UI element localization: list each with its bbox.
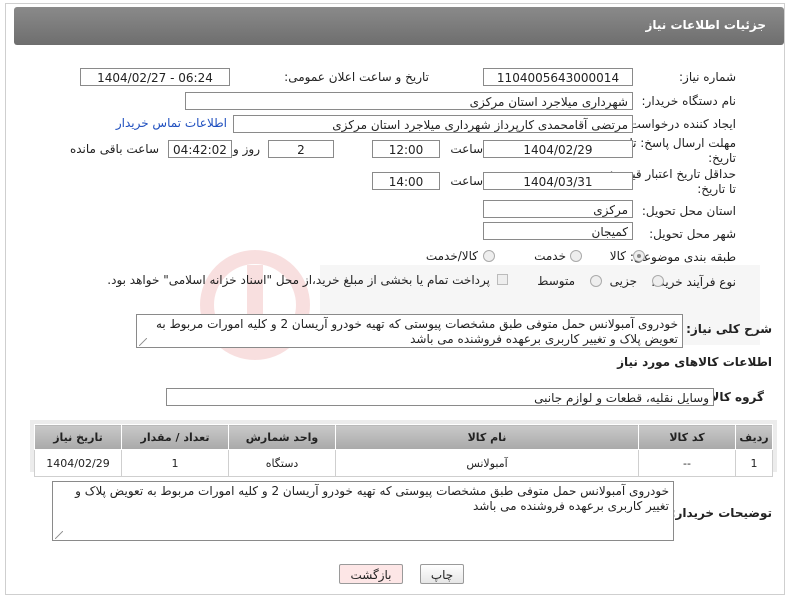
category-option-both: کالا/خدمت: [425, 249, 478, 263]
reply-deadline-label: مهلت ارسال پاسخ: تا: [629, 136, 736, 150]
category-radio-service[interactable]: [570, 250, 582, 262]
goods-table-header: ردیف کد کالا نام کالا واحد شمارش تعداد /…: [34, 424, 773, 450]
reply-date-field: 1404/02/29: [483, 140, 633, 158]
creator-field: مرتضی آقامحمدی کارپرداز شهرداری میلاجرد …: [233, 115, 633, 133]
reply-time-field: 12:00: [372, 140, 440, 158]
process-radio-medium[interactable]: [590, 275, 602, 287]
goods-group-field: وسایل نقلیه، قطعات و لوازم جانبی: [166, 388, 714, 406]
buyer-org-label: نام دستگاه خریدار:: [641, 94, 737, 108]
cell-name: آمبولانس: [335, 449, 639, 477]
price-time-field: 14:00: [372, 172, 440, 190]
back-button[interactable]: بازگشت: [339, 564, 403, 584]
col-need-date: تاریخ نیاز: [34, 424, 122, 450]
remaining-label: ساعت باقی مانده: [69, 142, 159, 156]
reply-time-label: ساعت: [450, 142, 483, 156]
process-option-minor: جزیی: [609, 274, 637, 288]
print-button[interactable]: چاپ: [420, 564, 464, 584]
buyer-org-field: شهرداری میلاجرد استان مرکزی: [185, 92, 633, 110]
contact-buyer-link[interactable]: اطلاعات تماس خریدار: [116, 116, 227, 130]
summary-text: خودروی آمبولانس حمل متوفی طبق مشخصات پیو…: [155, 317, 678, 346]
col-name: نام کالا: [335, 424, 639, 450]
province-field: مرکزی: [483, 200, 633, 218]
category-radio-both[interactable]: [483, 250, 495, 262]
need-number-field: 1104005643000014: [483, 68, 633, 86]
days-label: روز و: [233, 142, 260, 156]
province-label: استان محل تحویل:: [641, 204, 736, 218]
col-quantity: تعداد / مقدار: [121, 424, 229, 450]
col-unit: واحد شمارش: [228, 424, 336, 450]
process-radio-minor[interactable]: [652, 275, 664, 287]
category-label: طبقه بندی موضوعی:: [629, 250, 736, 264]
creator-label: ایجاد کننده درخواست:: [625, 117, 736, 131]
summary-label: شرح کلی نیاز:: [686, 322, 772, 336]
col-row: ردیف: [735, 424, 773, 450]
summary-textarea[interactable]: خودروی آمبولانس حمل متوفی طبق مشخصات پیو…: [136, 314, 683, 348]
goods-table: ردیف کد کالا نام کالا واحد شمارش تعداد /…: [34, 424, 773, 477]
buyer-notes-label: توضیحات خریدار:: [670, 506, 772, 520]
cell-row: 1: [735, 449, 773, 477]
remaining-time-field: 04:42:02: [168, 140, 232, 158]
announce-field: 1404/02/27 - 06:24: [80, 68, 230, 86]
buyer-notes-textarea[interactable]: خودروی آمبولانس حمل متوفی طبق مشخصات پیو…: [52, 481, 674, 541]
resize-grip-icon[interactable]: [139, 338, 147, 346]
buyer-notes-text: خودروی آمبولانس حمل متوفی طبق مشخصات پیو…: [75, 484, 669, 513]
city-label: شهر محل تحویل:: [649, 227, 736, 241]
price-time-label: ساعت: [450, 174, 483, 188]
category-option-service: خدمت: [534, 249, 566, 263]
cell-quantity: 1: [121, 449, 229, 477]
resize-grip-icon[interactable]: [55, 531, 63, 539]
cell-code: --: [638, 449, 736, 477]
reply-deadline-label-2: تاریخ:: [708, 151, 736, 165]
process-option-medium: متوسط: [537, 274, 575, 288]
goods-group-label: گروه کالا:: [705, 390, 764, 404]
page-title: جزئیات اطلاعات نیاز: [645, 18, 766, 32]
treasury-checkbox[interactable]: [497, 274, 508, 285]
days-field: 2: [268, 140, 334, 158]
price-date-field: 1404/03/31: [483, 172, 633, 190]
city-field: کمیجان: [483, 222, 633, 240]
category-radio-goods[interactable]: [633, 250, 645, 262]
table-row: 1 -- آمبولانس دستگاه 1 1404/02/29: [34, 449, 773, 477]
category-option-goods: کالا: [609, 249, 626, 263]
cell-need-date: 1404/02/29: [34, 449, 122, 477]
cell-unit: دستگاه: [228, 449, 336, 477]
col-code: کد کالا: [638, 424, 736, 450]
price-deadline-label-2: تا تاریخ:: [697, 182, 736, 196]
goods-section-title: اطلاعات کالاهای مورد نیاز: [617, 355, 772, 369]
announce-label: تاریخ و ساعت اعلان عمومی:: [284, 70, 429, 84]
payment-note: پرداخت تمام یا بخشی از مبلغ خرید،از محل …: [107, 273, 490, 287]
page-header: جزئیات اطلاعات نیاز: [14, 7, 784, 45]
need-number-label: شماره نیاز:: [679, 70, 736, 84]
